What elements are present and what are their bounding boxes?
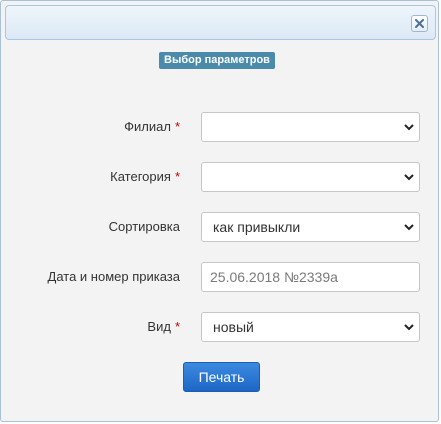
- dialog-titlebar: [5, 5, 436, 40]
- chevron-down-icon: [404, 174, 414, 181]
- chevron-down-icon: [404, 324, 414, 331]
- required-marker: *: [174, 169, 180, 184]
- type-select-value: новый: [213, 319, 254, 335]
- chevron-down-icon: [404, 224, 414, 231]
- type-label: Вид *: [147, 319, 180, 334]
- parameters-dialog: Выбор параметров Филиал * Категория * Сорт…: [0, 0, 439, 422]
- category-label-text: Категория: [110, 169, 171, 184]
- required-marker: *: [174, 119, 180, 134]
- sort-select-value: как привыкли: [213, 219, 301, 235]
- required-marker: *: [174, 319, 180, 334]
- type-select[interactable]: новый: [201, 312, 420, 342]
- branch-select[interactable]: [201, 112, 420, 142]
- print-button[interactable]: Печать: [183, 362, 260, 392]
- branch-label-text: Филиал: [124, 119, 171, 134]
- close-icon: [415, 19, 424, 28]
- category-select[interactable]: [201, 162, 420, 192]
- type-label-text: Вид: [147, 319, 171, 334]
- section-title-badge: Выбор параметров: [159, 52, 275, 69]
- category-label: Категория *: [110, 169, 180, 184]
- order-label: Дата и номер приказа: [48, 269, 180, 284]
- chevron-down-icon: [404, 124, 414, 131]
- order-label-text: Дата и номер приказа: [47, 269, 180, 284]
- close-button[interactable]: [411, 15, 428, 32]
- sort-select[interactable]: как привыкли: [201, 212, 420, 242]
- order-date-number-input[interactable]: [201, 262, 420, 292]
- sort-label-text: Сортировка: [108, 219, 180, 234]
- sort-label: Сортировка: [109, 219, 180, 234]
- branch-label: Филиал *: [124, 119, 180, 134]
